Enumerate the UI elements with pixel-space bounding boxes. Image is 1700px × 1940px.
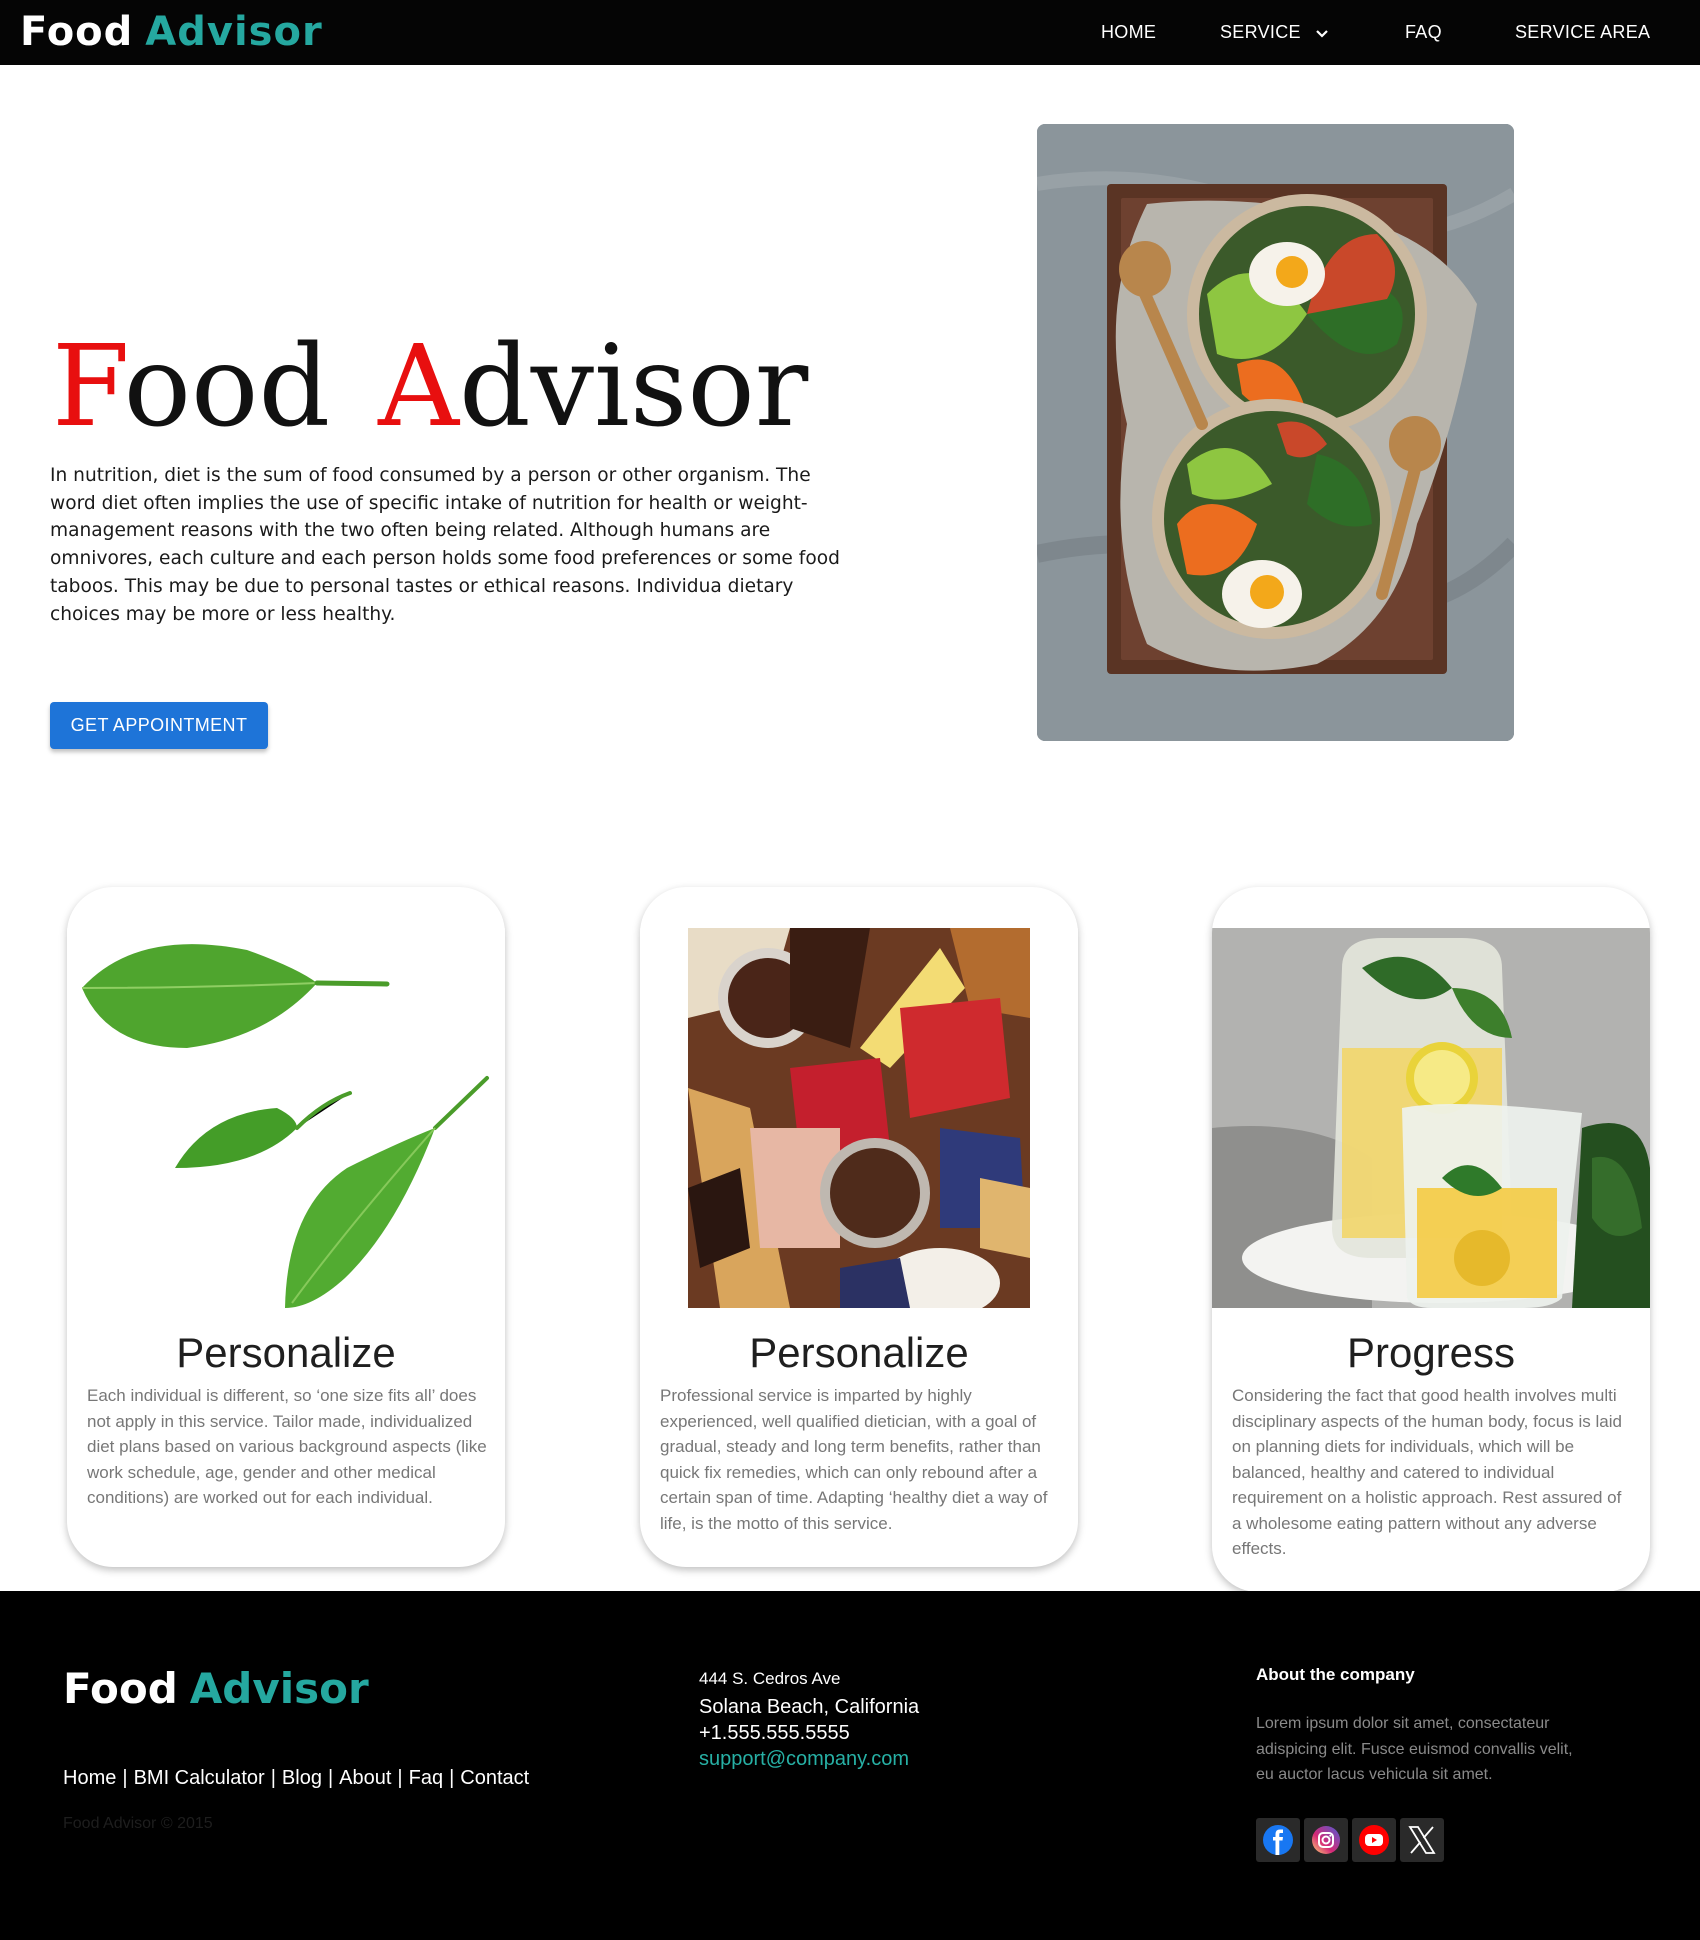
footer-link-home[interactable]: Home	[63, 1767, 116, 1789]
hero-title: Food Advisor	[52, 322, 808, 452]
about-heading: About the company	[1256, 1665, 1415, 1684]
service-card-2: Personalize Professional service is impa…	[640, 887, 1078, 1567]
footer: Food Advisor Home | BMI Calculator | Blog | Abo…	[0, 1591, 1700, 1940]
title-dvisor: dvisor	[459, 322, 809, 452]
logo-word-advisor: Advisor	[145, 9, 323, 55]
bibimbap-bowls-photo	[1037, 124, 1514, 741]
title-letter-a: A	[378, 322, 460, 452]
instagram-icon[interactable]	[1304, 1818, 1348, 1862]
footer-link-bmi-calculator[interactable]: BMI Calculator	[134, 1767, 265, 1789]
footer-logo[interactable]: Food Advisor	[63, 1663, 369, 1715]
get-appointment-button[interactable]: GET APPOINTMENT	[50, 702, 268, 749]
nav-faq[interactable]: FAQ	[1405, 20, 1442, 44]
logo-word-food: Food	[20, 9, 134, 55]
card-title: Personalize	[749, 1329, 969, 1376]
footer-link-faq[interactable]: Faq	[409, 1767, 443, 1789]
footer-link-about[interactable]: About	[339, 1767, 391, 1789]
footer-links: Home | BMI Calculator | Blog | About | Faq | Conta…	[63, 1767, 530, 1789]
x-icon[interactable]	[1400, 1818, 1444, 1862]
snack-board-photo	[640, 928, 1078, 1318]
address-city: Solana Beach, California	[699, 1696, 920, 1718]
top-navbar: Food Advisor HOME SERVICE FAQ SERVICE ARE…	[0, 0, 1700, 65]
nav-service-area[interactable]: SERVICE AREA	[1515, 20, 1650, 44]
logo-word-advisor: Advisor	[189, 1664, 369, 1713]
facebook-icon[interactable]	[1256, 1818, 1300, 1862]
logo[interactable]: Food Advisor	[20, 6, 323, 58]
youtube-icon[interactable]	[1352, 1818, 1396, 1862]
card-description: Each individual is different, so ‘one si…	[87, 1386, 487, 1507]
about-text: Lorem ipsum dolor sit amet, consectateur…	[1256, 1715, 1573, 1783]
green-leaves-photo	[67, 928, 505, 1308]
logo-word-food: Food	[63, 1664, 178, 1713]
card-description: Professional service is imparted by high…	[660, 1386, 1048, 1533]
footer-link-blog[interactable]: Blog	[282, 1767, 322, 1789]
nav-service[interactable]: SERVICE	[1220, 20, 1329, 45]
copyright: Food Advisor © 2015	[63, 1815, 213, 1832]
chevron-down-icon	[1315, 21, 1329, 45]
address-street: 444 S. Cedros Ave	[699, 1669, 841, 1688]
phone-number: +1.555.555.5555	[699, 1722, 850, 1744]
card-description: Considering the fact that good health in…	[1232, 1386, 1622, 1558]
email-link[interactable]: support@company.com	[699, 1746, 909, 1772]
title-ood: ood	[123, 322, 331, 452]
card-title: Personalize	[176, 1329, 396, 1376]
hero-description: In nutrition, diet is the sum of food co…	[50, 465, 840, 625]
footer-link-contact[interactable]: Contact	[460, 1767, 529, 1789]
nav-service-label: SERVICE	[1220, 22, 1301, 42]
nav-home[interactable]: HOME	[1101, 20, 1156, 44]
card-title: Progress	[1346, 1329, 1516, 1376]
lemonade-drinks-photo	[1212, 928, 1650, 1308]
service-card-3: Progress Considering the fact that good …	[1212, 887, 1650, 1592]
service-card-1: Personalize Each individual is different…	[67, 887, 505, 1567]
title-letter-f: F	[52, 322, 124, 452]
